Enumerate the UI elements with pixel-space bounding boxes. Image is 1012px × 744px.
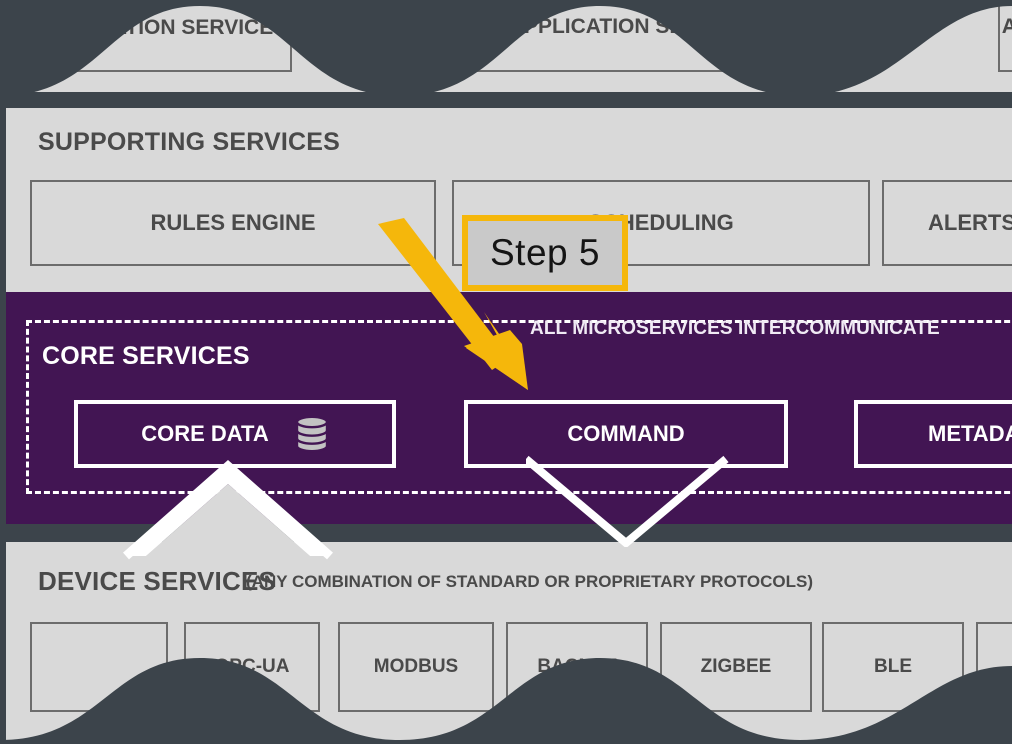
core-service-label-command: COMMAND — [567, 421, 685, 446]
core-service-box-core-data[interactable]: CORE DATA — [74, 400, 396, 468]
device-services-title: DEVICE SERVICES — [38, 566, 277, 596]
step-callout-badge: Step 5 — [462, 215, 628, 291]
screenshot-root: CONNECTORS APPLICATION SERVICES APPLICAT… — [0, 0, 1012, 744]
device-services-title-note: (ANY COMBINATION OF STANDARD OR PROPRIET… — [246, 572, 813, 591]
core-service-label-core-data: CORE DATA — [141, 421, 269, 446]
step-callout-label: Step 5 — [490, 232, 600, 273]
core-service-box-metadata[interactable]: METADATA — [854, 400, 1012, 468]
device-service-label-2: OPC-UA — [214, 656, 290, 677]
device-service-box-1[interactable] — [30, 622, 168, 712]
device-service-box-7[interactable] — [976, 622, 1012, 712]
database-icon — [295, 415, 329, 453]
frame-edge-top — [0, 0, 1012, 4]
core-service-label-metadata: METADATA — [928, 421, 1012, 446]
device-service-label-4: BACNET — [537, 656, 617, 677]
device-service-label-5: ZIGBEE — [700, 656, 772, 677]
supporting-service-label-3: ALERTS & NOTIFICATIONS — [928, 210, 1012, 235]
command-down-connector — [526, 455, 729, 547]
application-service-box-2[interactable]: APPLICATION SERVICES — [470, 0, 800, 72]
application-service-box-3[interactable]: APPLICATION SERVICES — [998, 0, 1012, 72]
application-service-box-1[interactable]: CONNECTORS APPLICATION SERVICES — [30, 0, 292, 72]
core-data-up-connector — [123, 460, 333, 560]
supporting-services-title: SUPPORTING SERVICES — [38, 128, 341, 156]
device-service-label-3: MODBUS — [373, 656, 459, 677]
core-services-intercommunicate-note: ALL MICROSERVICES INTERCOMMUNICATE — [530, 318, 940, 339]
device-service-box-ble[interactable]: BLE — [822, 622, 964, 712]
supporting-service-box-alerts[interactable]: ALERTS & NOTIFICATIONS — [882, 180, 1012, 266]
layer-separator-1 — [6, 95, 1012, 106]
device-service-box-modbus[interactable]: MODBUS — [338, 622, 494, 712]
device-service-box-bacnet[interactable]: BACNET — [506, 622, 648, 712]
device-service-box-opc-ua[interactable]: OPC-UA — [184, 622, 320, 712]
application-service-label-3: APPLICATION SERVICES — [1001, 15, 1012, 38]
application-service-label-1b: APPLICATION SERVICES — [34, 16, 288, 39]
core-services-title: CORE SERVICES — [42, 342, 250, 370]
device-service-box-zigbee[interactable]: ZIGBEE — [660, 622, 812, 712]
edgex-architecture-diagram: CONNECTORS APPLICATION SERVICES APPLICAT… — [6, 0, 1012, 744]
supporting-service-box-rules-engine[interactable]: RULES ENGINE — [30, 180, 436, 266]
supporting-service-label-1: RULES ENGINE — [150, 210, 316, 235]
frame-edge-left — [0, 0, 6, 744]
device-service-label-6: BLE — [874, 656, 912, 677]
application-service-label-2: APPLICATION SERVICES — [508, 15, 762, 38]
